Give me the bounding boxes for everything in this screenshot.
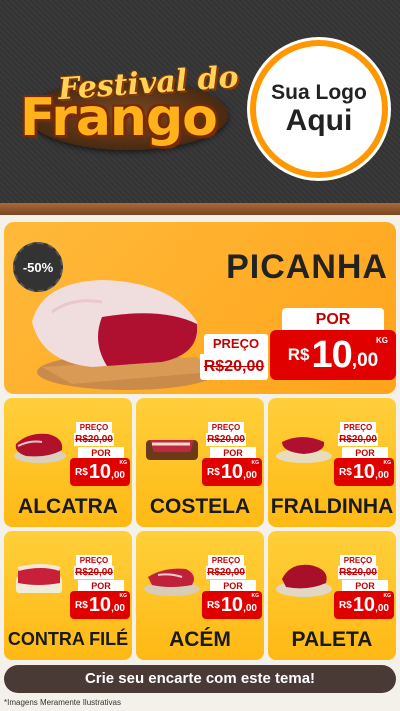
preco-label: PREÇO xyxy=(76,422,112,433)
price-integer: 10 xyxy=(352,593,376,616)
product-image xyxy=(8,422,70,466)
old-price: R$20,00 xyxy=(74,566,114,579)
product-card[interactable]: PREÇO R$20,00 POR R$ 10,00 KG FRALDINHA xyxy=(268,398,396,527)
unit-kg: KG xyxy=(383,460,392,466)
old-price: R$20,00 xyxy=(338,433,378,446)
new-price: R$ 10,00 KG xyxy=(334,591,394,619)
unit-kg: KG xyxy=(376,336,388,345)
new-price: R$ 10,00 KG xyxy=(202,591,262,619)
price-decimal: ,00 xyxy=(375,470,389,481)
old-price: R$20,00 xyxy=(200,354,268,380)
logo-line1: Sua Logo xyxy=(271,81,367,105)
currency: R$ xyxy=(287,345,310,364)
discount-badge: -50% xyxy=(13,242,63,292)
wood-divider xyxy=(0,203,400,215)
old-price: R$20,00 xyxy=(338,566,378,579)
preco-label: PREÇO xyxy=(208,422,244,433)
old-price: R$20,00 xyxy=(74,433,114,446)
product-card[interactable]: PREÇO R$20,00 POR R$ 10,00 KG COSTELA xyxy=(136,398,264,527)
unit-kg: KG xyxy=(119,593,128,599)
product-image xyxy=(140,422,202,466)
unit-kg: KG xyxy=(251,593,260,599)
old-price: R$20,00 xyxy=(206,433,246,446)
price-integer: 10 xyxy=(352,460,376,483)
por-label: POR xyxy=(282,308,384,332)
currency: R$ xyxy=(339,599,352,611)
logo-placeholder[interactable]: Sua Logo Aqui xyxy=(250,40,388,178)
currency: R$ xyxy=(75,466,88,478)
new-price: R$ 10 ,00 KG xyxy=(270,330,396,380)
product-name: ALCATRA xyxy=(18,495,118,518)
currency: R$ xyxy=(207,466,220,478)
unit-kg: KG xyxy=(251,460,260,466)
product-name: FRALDINHA xyxy=(270,495,394,518)
title-big: Frango xyxy=(20,88,218,148)
currency: R$ xyxy=(207,599,220,611)
product-image xyxy=(272,422,334,466)
product-image xyxy=(8,555,70,599)
currency: R$ xyxy=(339,466,352,478)
product-name: CONTRA FILÉ xyxy=(7,629,129,649)
festival-title-logo: Festival do Frango xyxy=(10,60,240,162)
featured-product[interactable]: -50% PICANHA PREÇO R$20,00 POR R$ 10 ,00… xyxy=(4,222,396,394)
price-integer: 10 xyxy=(220,460,244,483)
price-decimal: ,00 xyxy=(243,470,257,481)
preco-label: PREÇO xyxy=(340,422,376,433)
price-integer: 10 xyxy=(220,593,244,616)
new-price: R$ 10,00 KG xyxy=(334,458,394,486)
product-name: COSTELA xyxy=(149,495,251,518)
price-integer: 10 xyxy=(311,333,353,376)
price-decimal: ,00 xyxy=(111,603,125,614)
new-price: R$ 10,00 KG xyxy=(70,591,130,619)
preco-label: PREÇO xyxy=(76,555,112,566)
disclaimer: *Imagens Meramente Ilustrativas xyxy=(4,698,121,707)
cta-banner[interactable]: Crie seu encarte com este tema! xyxy=(4,665,396,693)
product-image xyxy=(140,555,202,599)
product-card[interactable]: PREÇO R$20,00 POR R$ 10,00 KG ACÉM xyxy=(136,531,264,660)
price-decimal: ,00 xyxy=(243,603,257,614)
new-price: R$ 10,00 KG xyxy=(202,458,262,486)
product-card[interactable]: PREÇO R$20,00 POR R$ 10,00 KG ALCATRA xyxy=(4,398,132,527)
preco-label: PREÇO xyxy=(204,334,268,354)
new-price: R$ 10,00 KG xyxy=(70,458,130,486)
product-image xyxy=(272,555,334,599)
product-name: ACÉM xyxy=(169,628,231,651)
unit-kg: KG xyxy=(383,593,392,599)
product-name: PALETA xyxy=(291,628,373,651)
old-price: R$20,00 xyxy=(206,566,246,579)
price-decimal: ,00 xyxy=(111,470,125,481)
product-card[interactable]: PREÇO R$20,00 POR R$ 10,00 KG PALETA xyxy=(268,531,396,660)
unit-kg: KG xyxy=(119,460,128,466)
logo-line2: Aqui xyxy=(285,104,353,138)
currency: R$ xyxy=(75,599,88,611)
price-decimal: ,00 xyxy=(375,603,389,614)
header: Festival do Frango Sua Logo Aqui xyxy=(0,0,400,206)
preco-label: PREÇO xyxy=(340,555,376,566)
product-card[interactable]: PREÇO R$20,00 POR R$ 10,00 KG CONTRA FILÉ xyxy=(4,531,132,660)
price-decimal: ,00 xyxy=(351,350,379,371)
preco-label: PREÇO xyxy=(208,555,244,566)
price-integer: 10 xyxy=(88,460,112,483)
price-integer: 10 xyxy=(88,593,112,616)
featured-name: PICANHA xyxy=(226,248,388,286)
